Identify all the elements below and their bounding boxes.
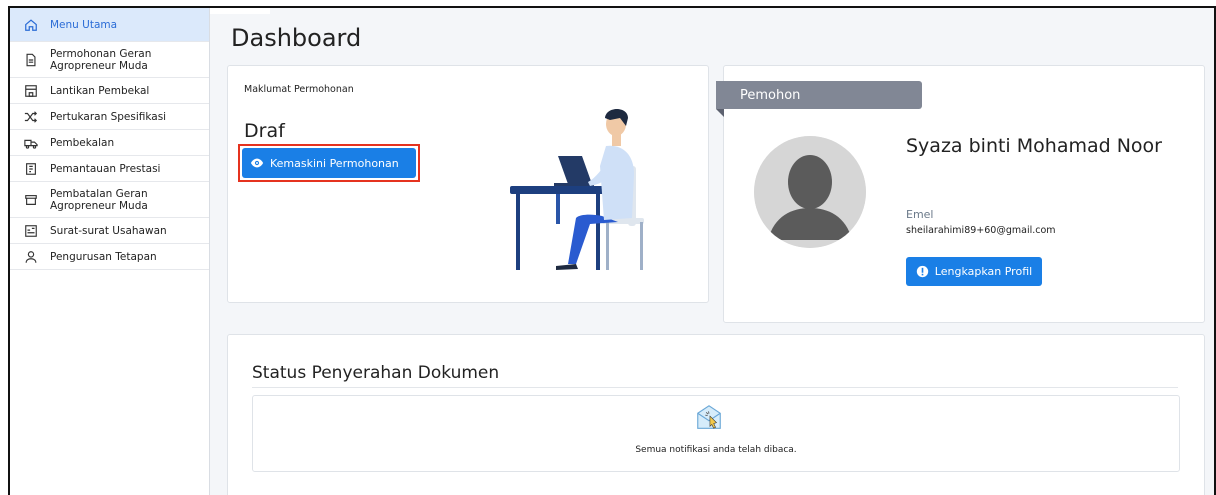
update-application-button[interactable]: Kemaskini Permohonan: [242, 148, 416, 178]
email-value: sheilarahimi89+60@gmail.com: [906, 225, 1056, 236]
avatar: [754, 136, 866, 248]
sidebar-item-label: Permohonan Geran Agropreneur Muda: [50, 47, 152, 72]
envelope-read-icon: [697, 405, 721, 429]
applicant-name: Syaza binti Mohamad Noor: [906, 135, 1162, 157]
clipboard-icon: [24, 162, 38, 176]
sidebar-item-permohonan-geran[interactable]: Permohonan Geran Agropreneur Muda: [10, 42, 209, 78]
sidebar-item-label: Menu Utama: [50, 18, 118, 31]
sidebar-item-pembatalan-geran[interactable]: Pembatalan Geran Agropreneur Muda: [10, 182, 209, 218]
home-icon: [24, 18, 38, 32]
update-application-label: Kemaskini Permohonan: [270, 156, 399, 170]
document-icon: [24, 53, 38, 67]
divider: [252, 387, 1178, 388]
complete-profile-label: Lengkapkan Profil: [934, 265, 1033, 278]
archive-icon: [24, 193, 38, 207]
applicant-header: Pemohon: [716, 81, 922, 109]
delivery-icon: [24, 136, 38, 150]
document-status-card: Status Penyerahan Dokumen Semua notifika…: [227, 334, 1205, 495]
sidebar-item-label: Pembatalan Geran Agropreneur Muda: [50, 187, 148, 212]
shuffle-icon: [24, 110, 38, 124]
complete-profile-button[interactable]: Lengkapkan Profil: [906, 257, 1042, 286]
sidebar-item-menu-utama[interactable]: Menu Utama: [10, 8, 209, 42]
person-at-desk-illustration: [510, 109, 644, 270]
application-info-label: Maklumat Permohonan: [244, 84, 354, 95]
app-window: Menu Utama Permohonan Geran Agropreneur …: [8, 6, 1216, 495]
application-card: Maklumat Permohonan Draf Kemaskini Permo…: [227, 65, 709, 303]
sidebar-item-label: Pembekalan: [50, 136, 115, 149]
applicant-card: Pemohon Syaza binti Mohamad Noor Emel sh…: [716, 65, 1205, 323]
notification-empty-message: Semua notifikasi anda telah dibaca.: [635, 445, 797, 455]
main-content: Dashboard Maklumat Permohonan Draf Kemas…: [211, 8, 1214, 495]
eye-icon: [250, 156, 264, 170]
email-label: Emel: [906, 208, 934, 221]
sidebar-item-surat-surat[interactable]: Surat-surat Usahawan: [10, 218, 209, 244]
sidebar-item-label: Pertukaran Spesifikasi: [50, 110, 167, 123]
default-user-icon: [754, 136, 866, 248]
sidebar-item-lantikan-pembekal[interactable]: Lantikan Pembekal: [10, 78, 209, 104]
sidebar-item-pembekalan[interactable]: Pembekalan: [10, 130, 209, 156]
sidebar-item-label: Surat-surat Usahawan: [50, 224, 167, 237]
sidebar-item-pengurusan-tetapan[interactable]: Pengurusan Tetapan: [10, 244, 209, 270]
application-status: Draf: [244, 120, 285, 142]
store-icon: [24, 84, 38, 98]
sidebar-item-label: Pengurusan Tetapan: [50, 250, 157, 263]
sidebar-item-pertukaran-spesifikasi[interactable]: Pertukaran Spesifikasi: [10, 104, 209, 130]
sidebar: Menu Utama Permohonan Geran Agropreneur …: [10, 8, 210, 495]
alert-icon: [916, 265, 929, 278]
sidebar-item-pemantauan-prestasi[interactable]: Pemantauan Prestasi: [10, 156, 209, 182]
user-icon: [24, 250, 38, 264]
sidebar-item-label: Pemantauan Prestasi: [50, 162, 161, 175]
document-status-title: Status Penyerahan Dokumen: [252, 363, 500, 383]
notification-box: Semua notifikasi anda telah dibaca.: [252, 395, 1180, 472]
page-title: Dashboard: [231, 24, 362, 52]
letter-icon: [24, 224, 38, 238]
sidebar-item-label: Lantikan Pembekal: [50, 84, 150, 97]
